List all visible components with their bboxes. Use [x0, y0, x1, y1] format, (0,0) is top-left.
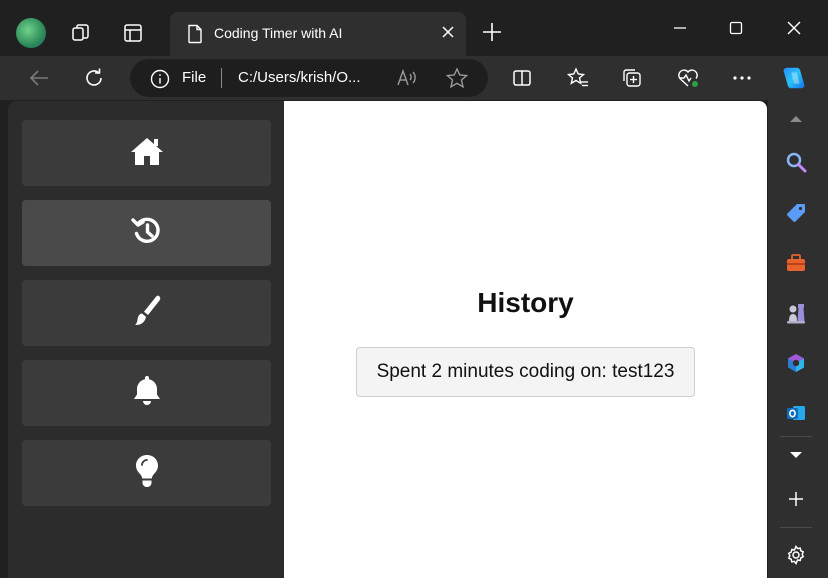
address-url[interactable]: C:/Users/krish/O...	[238, 69, 361, 86]
sidebar-divider	[780, 527, 812, 528]
read-aloud-icon[interactable]	[396, 68, 418, 93]
browser-essentials-icon[interactable]	[674, 64, 702, 92]
search-icon[interactable]	[781, 147, 811, 177]
add-sidebar-app-icon[interactable]	[781, 484, 811, 514]
sidebar-divider	[780, 436, 812, 437]
collections-icon[interactable]	[618, 64, 646, 92]
nav-item-tips[interactable]	[22, 440, 271, 506]
browser-titlebar: Coding Timer with AI	[0, 0, 828, 56]
history-entry: Spent 2 minutes coding on: test123	[356, 347, 695, 397]
nav-item-reminders[interactable]	[22, 360, 271, 426]
browser-toolbar: File C:/Users/krish/O...	[0, 56, 828, 100]
close-window-icon[interactable]	[776, 14, 812, 42]
close-tab-icon[interactable]	[440, 24, 456, 45]
workspaces-icon[interactable]	[68, 20, 94, 46]
profile-avatar[interactable]	[16, 18, 46, 48]
nav-item-home[interactable]	[22, 120, 271, 186]
nav-item-history[interactable]	[22, 200, 271, 266]
sidebar-scroll-up-icon[interactable]	[781, 104, 811, 134]
favorites-icon[interactable]	[564, 64, 592, 92]
address-scheme-label: File	[182, 69, 207, 86]
back-arrow-icon[interactable]	[25, 64, 53, 92]
nav-item-theme[interactable]	[22, 280, 271, 346]
paintbrush-icon	[131, 294, 163, 333]
history-icon	[130, 215, 164, 252]
bell-icon	[132, 374, 162, 413]
maximize-icon[interactable]	[718, 14, 754, 42]
address-separator	[221, 68, 222, 88]
more-options-icon[interactable]	[728, 64, 756, 92]
document-icon	[186, 24, 204, 49]
page-title: History	[477, 287, 574, 318]
tab-title: Coding Timer with AI	[214, 25, 343, 41]
sidebar-scroll-down-icon[interactable]	[781, 440, 811, 470]
tools-toolbox-icon[interactable]	[781, 248, 811, 278]
minimize-icon[interactable]	[662, 14, 698, 42]
lightbulb-icon	[134, 453, 160, 494]
outlook-icon[interactable]	[781, 398, 811, 428]
info-icon[interactable]	[150, 69, 170, 94]
main-content: History Spent 2 minutes coding on: test1…	[284, 101, 767, 578]
games-chess-icon[interactable]	[781, 298, 811, 328]
address-bar[interactable]: File C:/Users/krish/O...	[130, 59, 488, 97]
edge-sidebar	[768, 100, 828, 578]
shopping-tag-icon[interactable]	[781, 198, 811, 228]
vertical-tabs-icon[interactable]	[120, 20, 146, 46]
tab-coding-timer[interactable]: Coding Timer with AI	[170, 12, 466, 56]
home-icon	[129, 135, 165, 172]
split-screen-icon[interactable]	[508, 64, 536, 92]
new-tab-icon[interactable]	[480, 20, 504, 49]
refresh-icon[interactable]	[80, 64, 108, 92]
app-sidebar-nav	[8, 101, 284, 578]
sidebar-settings-gear-icon[interactable]	[781, 540, 811, 570]
copilot-icon[interactable]	[780, 64, 808, 92]
favorite-star-icon[interactable]	[445, 67, 469, 94]
microsoft-365-icon[interactable]	[781, 348, 811, 378]
